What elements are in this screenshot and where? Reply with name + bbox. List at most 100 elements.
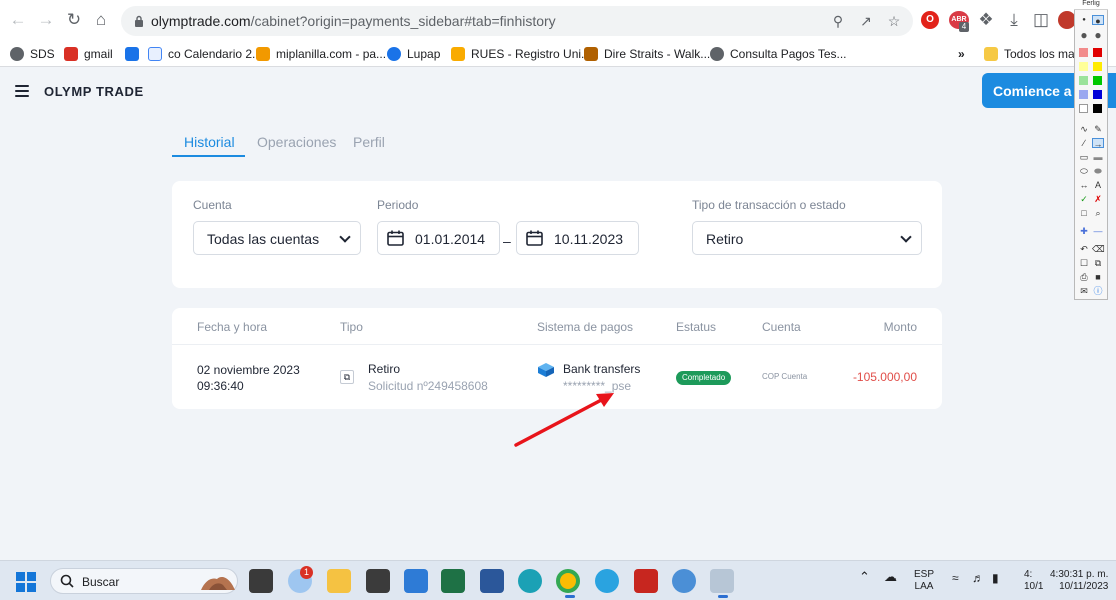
color-yellow[interactable]: [1093, 62, 1102, 71]
download-icon[interactable]: ⤓: [1004, 10, 1024, 30]
color-light-green[interactable]: [1079, 76, 1088, 85]
mail-icon[interactable]: ✉: [1078, 286, 1090, 296]
tab-operaciones[interactable]: Operaciones: [257, 134, 336, 150]
opera-extension-icon[interactable]: O: [921, 11, 939, 29]
windows-start-icon[interactable]: [16, 572, 36, 592]
zoom-icon[interactable]: ⚲: [830, 13, 846, 29]
tab-perfil[interactable]: Perfil: [353, 134, 385, 150]
reload-icon[interactable]: ↻: [64, 10, 84, 30]
back-arrow-icon[interactable]: ←: [8, 10, 28, 30]
minus-icon[interactable]: —: [1092, 226, 1104, 236]
column-header-payment-system: Sistema de pagos: [537, 320, 634, 334]
bookmark-label: SDS: [30, 47, 55, 61]
plus-icon[interactable]: ✚: [1078, 226, 1090, 236]
acrobat-icon[interactable]: [634, 569, 658, 593]
save-icon[interactable]: ■: [1092, 272, 1104, 282]
small-dot-icon[interactable]: ●: [1078, 15, 1090, 25]
drawing-tool-palette: [1074, 0, 1108, 300]
medium-dot-icon[interactable]: ●: [1092, 15, 1104, 26]
undo-icon[interactable]: ↶: [1078, 244, 1090, 254]
paint-app-icon[interactable]: [710, 569, 734, 593]
print-icon[interactable]: ⎙: [1078, 272, 1090, 282]
forward-arrow-icon[interactable]: →: [36, 10, 56, 30]
bookmark-gmail[interactable]: gmail: [64, 44, 113, 64]
pencil-icon[interactable]: ✎: [1092, 124, 1104, 134]
rues-icon: [451, 47, 465, 61]
new-page-icon[interactable]: ☐: [1078, 258, 1090, 268]
edge-icon[interactable]: [518, 569, 542, 593]
ellipse-icon[interactable]: ⬭: [1078, 166, 1090, 176]
color-white[interactable]: [1079, 104, 1088, 113]
volume-icon[interactable]: ♬: [972, 572, 984, 584]
type-select[interactable]: Retiro: [692, 221, 922, 255]
excel-icon[interactable]: [441, 569, 465, 593]
bookmark-co-calendario[interactable]: co Calendario 2...: [148, 44, 262, 64]
url-path: /cabinet?origin=payments_sidebar#tab=fin…: [250, 13, 556, 29]
bookmark-rues[interactable]: RUES - Registro Uni...: [451, 44, 591, 64]
globe-app-icon[interactable]: [672, 569, 696, 593]
xlarge-dot-icon[interactable]: ●: [1092, 29, 1104, 41]
type-filter-label: Tipo de transacción o estado: [692, 198, 846, 212]
file-explorer-icon[interactable]: [327, 569, 351, 593]
bookmark-lupap[interactable]: Lupap: [387, 44, 440, 64]
crop-icon[interactable]: □: [1078, 208, 1090, 218]
copy-page-icon[interactable]: ⧉: [1092, 258, 1104, 268]
filled-ellipse-icon[interactable]: ⬬: [1092, 166, 1104, 176]
home-icon[interactable]: ⌂: [91, 10, 111, 30]
globe-icon: [10, 47, 24, 61]
color-black[interactable]: [1093, 104, 1102, 113]
text-tool-icon[interactable]: A: [1092, 180, 1104, 190]
color-blue[interactable]: [1093, 90, 1102, 99]
color-red[interactable]: [1093, 48, 1102, 57]
bookmarks-overflow-button[interactable]: »: [958, 44, 965, 64]
bookmark-consulta-pagos[interactable]: Consulta Pagos Tes...: [710, 44, 847, 64]
share-icon[interactable]: ↗: [858, 13, 874, 29]
date-from-field[interactable]: 01.01.2014: [377, 221, 500, 255]
clock[interactable]: 4:30:31 p. m. 10/11/2023: [1050, 569, 1108, 593]
onedrive-icon[interactable]: ☁: [884, 570, 897, 583]
wifi-icon[interactable]: ≈: [952, 572, 959, 584]
battery-icon[interactable]: ▮: [992, 572, 999, 584]
chevron-up-icon[interactable]: ⌃: [859, 570, 870, 583]
cross-icon[interactable]: ✗: [1092, 194, 1104, 204]
info-icon[interactable]: ⓘ: [1092, 286, 1104, 296]
puzzle-icon[interactable]: ❖: [976, 10, 996, 30]
line-icon[interactable]: ∕: [1078, 138, 1090, 148]
word-icon[interactable]: [480, 569, 504, 593]
color-green[interactable]: [1093, 76, 1102, 85]
sidepanel-icon[interactable]: ◫: [1031, 10, 1051, 30]
checkmark-icon[interactable]: ✓: [1078, 194, 1090, 204]
address-bar[interactable]: olymptrade.com/cabinet?origin=payments_s…: [121, 6, 913, 36]
hamburger-menu-icon[interactable]: [15, 85, 29, 97]
active-tab-underline: [172, 155, 245, 157]
bookmark-miplanilla[interactable]: miplanilla.com - pa...: [256, 44, 386, 64]
freehand-icon[interactable]: ∿: [1078, 124, 1090, 134]
bookmarks-bar: SDS gmail co Calendario 2... miplanilla.…: [0, 40, 1116, 67]
telegram-icon[interactable]: [595, 569, 619, 593]
trash-icon[interactable]: ⌫: [1092, 244, 1105, 254]
notepad-icon[interactable]: [404, 569, 428, 593]
bookmark-calendar[interactable]: [125, 44, 139, 64]
account-select[interactable]: Todas las cuentas: [193, 221, 361, 255]
filled-rectangle-icon[interactable]: ▬: [1092, 152, 1104, 162]
bookmark-dire-straits[interactable]: Dire Straits - Walk...: [584, 44, 710, 64]
chrome-icon[interactable]: [556, 569, 580, 593]
task-view-icon[interactable]: [249, 569, 273, 593]
color-light-blue[interactable]: [1079, 90, 1088, 99]
bookmark-sds[interactable]: SDS: [10, 44, 55, 64]
date-to-field[interactable]: 10.11.2023: [516, 221, 639, 255]
rectangle-icon[interactable]: ▭: [1078, 152, 1090, 162]
copy-icon[interactable]: ⧉: [340, 370, 354, 384]
tab-historial[interactable]: Historial: [184, 134, 235, 150]
sticky-notes-icon[interactable]: [366, 569, 390, 593]
arrow-tool-icon[interactable]: →: [1092, 138, 1104, 149]
star-icon[interactable]: ☆: [886, 13, 902, 29]
large-dot-icon[interactable]: ●: [1078, 29, 1090, 41]
color-light-red[interactable]: [1079, 48, 1088, 57]
taskbar-search[interactable]: Buscar: [50, 568, 238, 594]
language-indicator[interactable]: ESP LAA: [914, 569, 934, 593]
color-light-yellow[interactable]: [1079, 62, 1088, 71]
brand-logo[interactable]: OLYMP TRADE: [44, 84, 144, 99]
double-arrow-icon[interactable]: ↔: [1078, 180, 1090, 190]
magnifier-icon[interactable]: ⌕: [1092, 208, 1104, 218]
